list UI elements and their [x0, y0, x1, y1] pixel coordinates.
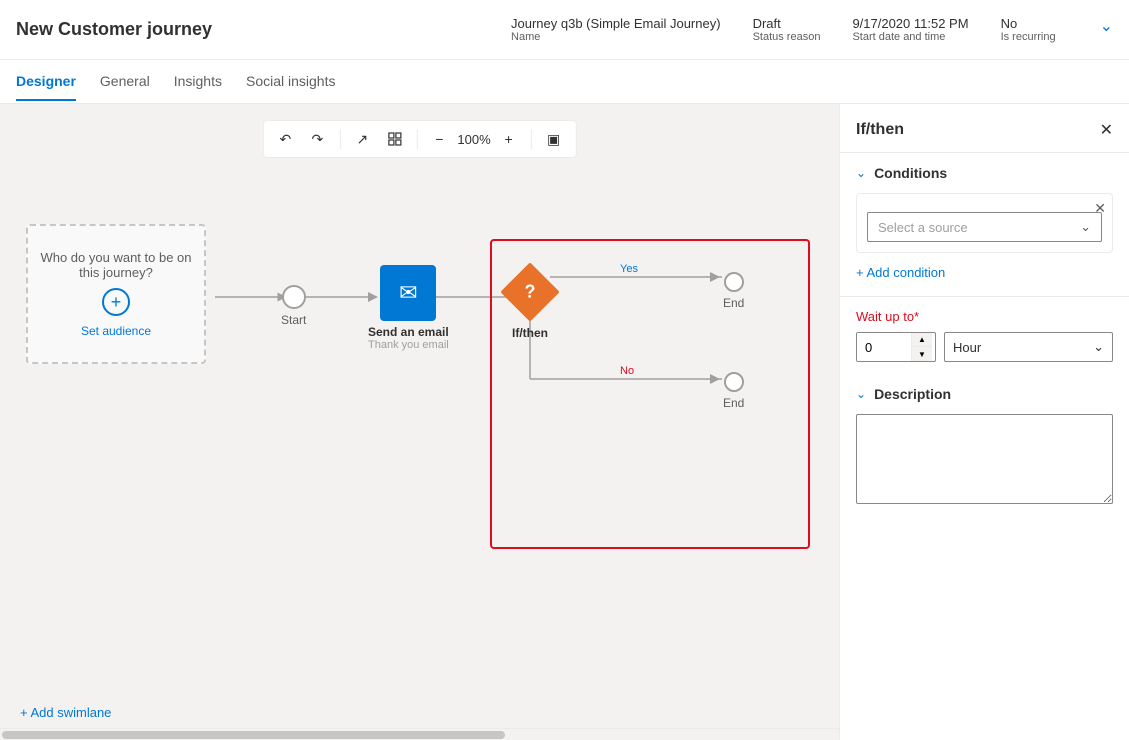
wait-number-field[interactable]	[857, 333, 911, 361]
yes-label: Yes	[620, 260, 638, 275]
audience-text: Who do you want to be on this journey?	[40, 250, 192, 280]
tab-bar: Designer General Insights Social insight…	[0, 60, 1129, 104]
zoom-level: 100%	[457, 132, 490, 147]
panel-close-button[interactable]: ✕	[1100, 120, 1113, 140]
set-audience-link[interactable]: Set audience	[81, 324, 151, 338]
fit-page-button[interactable]	[380, 125, 408, 153]
meta-date-label: Start date and time	[852, 31, 945, 43]
ifthen-diamond[interactable]: ?	[500, 262, 560, 322]
wait-increment-button[interactable]: ▲	[912, 333, 932, 347]
conditions-title: Conditions	[874, 165, 947, 181]
wait-unit-dropdown[interactable]: Hour ⌄	[944, 332, 1113, 362]
add-condition-button[interactable]: + Add condition	[856, 261, 1113, 284]
condition-card: ✕ Select a source ⌄	[856, 193, 1113, 253]
end-circle-yes	[724, 272, 744, 292]
audience-plus-button[interactable]: +	[102, 288, 130, 316]
canvas-toolbar: ↶ ↷ ↗ − 100% + ▣	[262, 120, 576, 158]
select-source-dropdown[interactable]: Select a source ⌄	[867, 212, 1102, 242]
wait-label: Wait up to*	[856, 309, 1113, 324]
wait-spinners: ▲ ▼	[911, 333, 932, 361]
conditions-section: ⌄ Conditions ✕ Select a source ⌄ + Add c…	[840, 153, 1129, 297]
zoom-out-button[interactable]: −	[425, 125, 453, 153]
no-label: No	[620, 362, 634, 377]
description-chevron-icon: ⌄	[856, 387, 866, 401]
header-expand-icon[interactable]: ⌄	[1088, 16, 1113, 36]
select-source-placeholder: Select a source	[878, 220, 968, 235]
page-title: New Customer journey	[16, 19, 212, 40]
email-title: Send an email	[368, 325, 449, 339]
description-section: ⌄ Description	[840, 374, 1129, 519]
horizontal-scrollbar[interactable]	[0, 728, 839, 740]
panel-header: If/then ✕	[840, 104, 1129, 153]
undo-button[interactable]: ↶	[271, 125, 299, 153]
description-textarea[interactable]	[856, 414, 1113, 504]
audience-node: Who do you want to be on this journey? +…	[26, 224, 206, 364]
condition-close-button[interactable]: ✕	[1094, 200, 1106, 217]
end-node-no: End	[723, 372, 744, 410]
meta-status-label: Status reason	[753, 31, 821, 43]
scrollbar-thumb[interactable]	[2, 731, 505, 739]
start-label: Start	[281, 313, 306, 327]
redo-button[interactable]: ↷	[303, 125, 331, 153]
wait-required-marker: *	[914, 309, 919, 324]
page-header: New Customer journey Journey q3b (Simple…	[0, 0, 1129, 60]
meta-name-value: Journey q3b (Simple Email Journey)	[511, 16, 721, 31]
select-source-chevron-icon: ⌄	[1080, 219, 1091, 235]
ifthen-label: If/then	[512, 326, 548, 340]
end-label-no: End	[723, 396, 744, 410]
meta-date: 9/17/2020 11:52 PM Start date and time	[852, 16, 968, 43]
fullscreen-button[interactable]: ▣	[540, 125, 568, 153]
conditions-chevron-icon: ⌄	[856, 166, 866, 180]
main-content: ↶ ↷ ↗ − 100% + ▣	[0, 104, 1129, 740]
description-title: Description	[874, 386, 951, 402]
wait-decrement-button[interactable]: ▼	[912, 347, 932, 361]
tab-insights[interactable]: Insights	[174, 63, 222, 101]
meta-recurring: No Is recurring	[1001, 16, 1056, 43]
meta-date-value: 9/17/2020 11:52 PM	[852, 16, 968, 31]
email-node[interactable]: ✉ Send an email Thank you email	[368, 265, 449, 351]
start-node: Start	[281, 285, 306, 327]
end-circle-no	[724, 372, 744, 392]
question-mark-icon: ?	[525, 282, 536, 303]
panel-title: If/then	[856, 121, 904, 139]
canvas-area: ↶ ↷ ↗ − 100% + ▣	[0, 104, 839, 740]
add-swimlane-label: + Add swimlane	[20, 705, 111, 720]
meta-status-value: Draft	[753, 16, 781, 31]
separator3	[531, 129, 532, 149]
diagonal-arrow-button[interactable]: ↗	[348, 125, 376, 153]
wait-section: Wait up to* ▲ ▼ Hour ⌄	[840, 297, 1129, 374]
wait-inputs: ▲ ▼ Hour ⌄	[856, 332, 1113, 362]
end-node-yes: End	[723, 272, 744, 310]
meta-name: Journey q3b (Simple Email Journey) Name	[511, 16, 721, 43]
journey-canvas: Who do you want to be on this journey? +…	[0, 164, 839, 740]
start-circle	[282, 285, 306, 309]
meta-name-label: Name	[511, 31, 540, 43]
header-meta: Journey q3b (Simple Email Journey) Name …	[511, 16, 1113, 43]
add-swimlane-button[interactable]: + Add swimlane	[20, 705, 111, 720]
wait-unit-chevron-icon: ⌄	[1093, 339, 1104, 355]
right-panel: If/then ✕ ⌄ Conditions ✕ Select a source…	[839, 104, 1129, 740]
meta-recurring-label: Is recurring	[1001, 31, 1056, 43]
meta-status: Draft Status reason	[753, 16, 821, 43]
wait-number-input: ▲ ▼	[856, 332, 936, 362]
meta-recurring-value: No	[1001, 16, 1018, 31]
add-condition-label: + Add condition	[856, 265, 945, 280]
ifthen-node[interactable]: ? If/then	[500, 262, 560, 340]
tab-designer[interactable]: Designer	[16, 63, 76, 101]
conditions-header[interactable]: ⌄ Conditions	[856, 165, 1113, 181]
tab-social-insights[interactable]: Social insights	[246, 63, 336, 101]
email-icon[interactable]: ✉	[380, 265, 436, 321]
separator	[339, 129, 340, 149]
email-subtitle: Thank you email	[368, 339, 449, 351]
separator2	[416, 129, 417, 149]
tab-general[interactable]: General	[100, 63, 150, 101]
description-header[interactable]: ⌄ Description	[856, 386, 1113, 402]
wait-unit-value: Hour	[953, 340, 981, 355]
end-label-yes: End	[723, 296, 744, 310]
zoom-in-button[interactable]: +	[495, 125, 523, 153]
